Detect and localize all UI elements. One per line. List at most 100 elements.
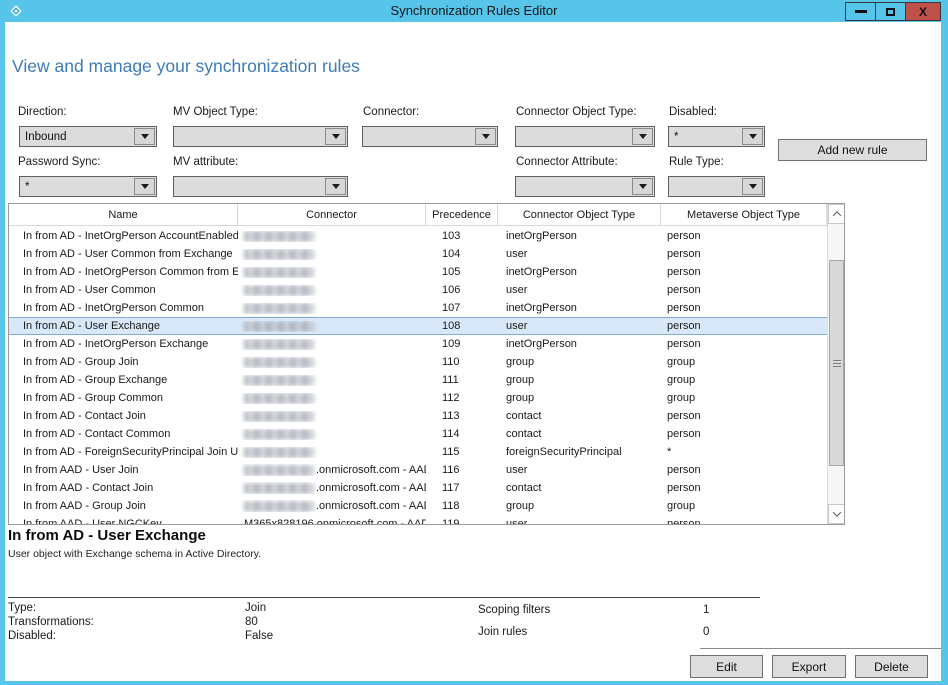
table-row[interactable]: In from AD - Group Exchange 111 group gr… <box>9 371 827 389</box>
filter-label-connector-object-type: Connector Object Type: <box>516 106 637 118</box>
chevron-down-icon <box>742 128 763 145</box>
cell-connector-object-type: group <box>498 356 661 368</box>
direction-dropdown[interactable]: Inbound <box>19 126 157 147</box>
cell-name: In from AAD - Contact Join <box>9 482 238 494</box>
cell-name: In from AD - Group Common <box>9 392 238 404</box>
rules-table-header: Name Connector Precedence Connector Obje… <box>9 204 827 226</box>
redacted-connector-blur <box>244 465 314 476</box>
cell-connector-object-type: inetOrgPerson <box>498 266 661 278</box>
cell-connector: .onmicrosoft.com - AAD <box>238 482 426 494</box>
page-title: View and manage your synchronization rul… <box>12 56 360 77</box>
table-row[interactable]: In from AAD - Contact Join .onmicrosoft.… <box>9 479 827 497</box>
cell-connector-object-type: contact <box>498 410 661 422</box>
table-row[interactable]: In from AD - InetOrgPerson Common 107 in… <box>9 299 827 317</box>
table-row[interactable]: In from AD - User Common 106 user person <box>9 281 827 299</box>
close-icon: X <box>919 6 927 18</box>
cell-connector <box>238 411 426 422</box>
table-row[interactable]: In from AD - ForeignSecurityPrincipal Jo… <box>9 443 827 461</box>
cell-metaverse-object-type: person <box>661 410 827 422</box>
cell-name: In from AAD - User Join <box>9 464 238 476</box>
connector-attribute-dropdown[interactable] <box>515 176 655 197</box>
column-header-metaverse-object-type[interactable]: Metaverse Object Type <box>661 204 827 225</box>
cell-connector-object-type: user <box>498 464 661 476</box>
scrollbar-thumb[interactable] <box>829 260 844 466</box>
cell-metaverse-object-type: person <box>661 230 827 242</box>
add-new-rule-button[interactable]: Add new rule <box>778 139 927 161</box>
cell-name: In from AD - User Exchange <box>9 320 238 332</box>
cell-connector <box>238 357 426 368</box>
content-area: View and manage your synchronization rul… <box>5 22 941 681</box>
rule-type-dropdown[interactable] <box>668 176 765 197</box>
table-row[interactable]: In from AD - InetOrgPerson AccountEnable… <box>9 227 827 245</box>
cell-precedence: 116 <box>426 464 498 476</box>
chevron-up-icon <box>832 211 840 219</box>
table-row[interactable]: In from AD - Group Common 112 group grou… <box>9 389 827 407</box>
cell-name: In from AD - Contact Join <box>9 410 238 422</box>
vertical-scrollbar[interactable] <box>827 204 844 524</box>
redacted-connector-blur <box>244 429 314 440</box>
password-sync-dropdown[interactable]: * <box>19 176 157 197</box>
chevron-down-icon <box>325 128 346 145</box>
filter-label-disabled: Disabled: <box>669 106 717 118</box>
chevron-down-icon <box>632 128 653 145</box>
edit-button[interactable]: Edit <box>690 655 763 678</box>
cell-name: In from AD - InetOrgPerson Common <box>9 302 238 314</box>
table-row[interactable]: In from AAD - User NGCKey M365x828196.on… <box>9 515 827 524</box>
filter-label-mv-attribute: MV attribute: <box>173 156 238 168</box>
column-header-connector-object-type[interactable]: Connector Object Type <box>498 204 661 225</box>
close-button[interactable]: X <box>905 2 941 21</box>
filter-label-password-sync: Password Sync: <box>18 156 100 168</box>
redacted-connector-blur <box>244 447 314 458</box>
connector-object-type-dropdown[interactable] <box>515 126 655 147</box>
mv-object-type-dropdown[interactable] <box>173 126 348 147</box>
minimize-icon <box>855 10 867 13</box>
disabled-dropdown[interactable]: * <box>668 126 765 147</box>
cell-connector <box>238 393 426 404</box>
chevron-down-icon <box>832 508 840 516</box>
buttons-divider <box>700 648 941 649</box>
cell-metaverse-object-type: * <box>661 446 827 458</box>
table-row[interactable]: In from AD - User Common from Exchange 1… <box>9 245 827 263</box>
column-header-connector[interactable]: Connector <box>238 204 426 225</box>
maximize-button[interactable] <box>875 2 906 21</box>
detail-value-disabled: False <box>245 630 273 642</box>
table-row[interactable]: In from AD - Contact Join 113 contact pe… <box>9 407 827 425</box>
export-button[interactable]: Export <box>772 655 846 678</box>
table-row[interactable]: In from AD - InetOrgPerson Common from E… <box>9 263 827 281</box>
detail-value-type: Join <box>245 602 266 614</box>
cell-connector <box>238 339 426 350</box>
rules-table: Name Connector Precedence Connector Obje… <box>8 203 845 525</box>
table-row[interactable]: In from AD - User Exchange 108 user pers… <box>9 317 827 335</box>
column-header-name[interactable]: Name <box>9 204 238 225</box>
minimize-button[interactable] <box>845 2 876 21</box>
cell-metaverse-object-type: person <box>661 464 827 476</box>
cell-connector-object-type: contact <box>498 428 661 440</box>
detail-value-scoping-filters: 1 <box>703 604 709 616</box>
delete-button[interactable]: Delete <box>855 655 928 678</box>
redacted-connector-blur <box>244 339 314 350</box>
filter-label-mv-object-type: MV Object Type: <box>173 106 258 118</box>
maximize-icon <box>886 8 895 16</box>
cell-connector-object-type: inetOrgPerson <box>498 230 661 242</box>
detail-label-disabled: Disabled: <box>8 630 56 642</box>
table-row[interactable]: In from AAD - User Join .onmicrosoft.com… <box>9 461 827 479</box>
cell-connector-object-type: user <box>498 284 661 296</box>
scroll-up-button[interactable] <box>828 204 845 224</box>
cell-connector-object-type: contact <box>498 482 661 494</box>
scroll-down-button[interactable] <box>828 504 845 524</box>
mv-attribute-dropdown[interactable] <box>173 176 348 197</box>
redacted-connector-blur <box>244 321 314 332</box>
table-row[interactable]: In from AD - Group Join 110 group group <box>9 353 827 371</box>
cell-connector <box>238 429 426 440</box>
table-row[interactable]: In from AAD - Group Join .onmicrosoft.co… <box>9 497 827 515</box>
chevron-down-icon <box>325 178 346 195</box>
cell-metaverse-object-type: person <box>661 248 827 260</box>
cell-connector: .onmicrosoft.com - AAD <box>238 464 426 476</box>
cell-precedence: 118 <box>426 500 498 512</box>
column-header-precedence[interactable]: Precedence <box>426 204 498 225</box>
connector-dropdown[interactable] <box>362 126 498 147</box>
redacted-connector-blur <box>244 303 314 314</box>
table-row[interactable]: In from AD - Contact Common 114 contact … <box>9 425 827 443</box>
table-row[interactable]: In from AD - InetOrgPerson Exchange 109 … <box>9 335 827 353</box>
redacted-connector-blur <box>244 393 314 404</box>
